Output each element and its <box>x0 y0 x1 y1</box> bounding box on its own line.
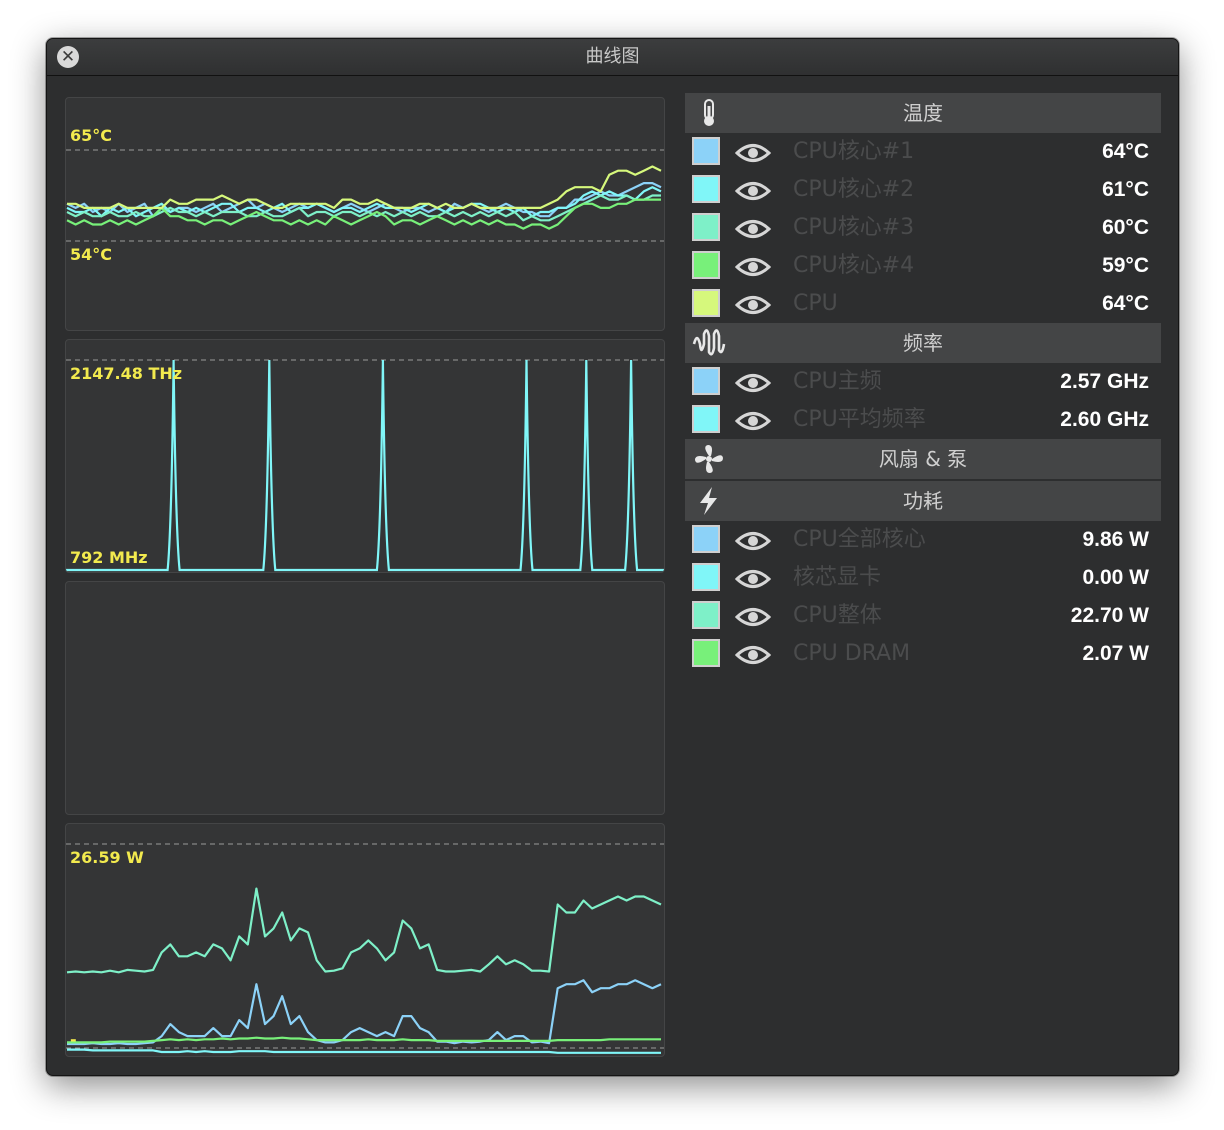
color-swatch[interactable] <box>692 525 720 553</box>
power-series-line-3 <box>67 1048 661 1054</box>
color-swatch[interactable] <box>692 137 720 165</box>
color-swatch[interactable] <box>692 405 720 433</box>
eye-icon[interactable] <box>735 142 771 164</box>
sensor-name: CPU核心#3 <box>793 215 915 240</box>
power-series-line-1 <box>67 979 662 1046</box>
eye-icon[interactable] <box>735 568 771 590</box>
sensor-name: CPU整体 <box>793 603 882 628</box>
sensor-name: CPU全部核心 <box>793 527 926 552</box>
sensor-value: 64°C <box>1102 140 1149 163</box>
sensor-value: 60°C <box>1102 216 1149 239</box>
sensor-row-cpu-core-2[interactable]: CPU核心#2 61°C <box>685 171 1161 209</box>
titlebar: ✕ 曲线图 <box>47 39 1178 76</box>
section-title: 温度 <box>903 101 943 125</box>
power-chart-plot <box>66 843 664 1054</box>
section-power: 功耗 <box>685 481 1161 521</box>
sensor-row-cpu-core-4[interactable]: CPU核心#4 59°C <box>685 247 1161 285</box>
sensor-name: CPU主频 <box>793 369 882 394</box>
power-series-line-2 <box>67 1036 661 1044</box>
sensor-row-cpu-main-frequency[interactable]: CPU主频 2.57 GHz <box>685 363 1161 401</box>
eye-icon[interactable] <box>735 644 771 666</box>
sensor-row-cpu-all-cores[interactable]: CPU全部核心 9.86 W <box>685 521 1161 559</box>
window-title: 曲线图 <box>585 46 640 67</box>
sensor-name: CPU DRAM <box>793 641 911 666</box>
power-series-line-0 <box>66 887 662 974</box>
eye-icon[interactable] <box>735 294 771 316</box>
section-title: 频率 <box>903 331 943 355</box>
eye-icon[interactable] <box>735 530 771 552</box>
temperature-chart-plot <box>66 149 664 242</box>
graph-window: ✕ 曲线图 65°C 54°C 2147.48 THz 792 MHz 26.5… <box>46 38 1179 1076</box>
sensor-value: 22.70 W <box>1070 604 1149 627</box>
eye-icon[interactable] <box>735 180 771 202</box>
eye-icon[interactable] <box>735 410 771 432</box>
eye-icon[interactable] <box>735 218 771 240</box>
power-min-label: - <box>70 1030 77 1049</box>
power-chart: 26.59 W - <box>65 823 665 1057</box>
sensor-value: 2.60 GHz <box>1060 408 1149 431</box>
sensor-value: 59°C <box>1102 254 1149 277</box>
sensor-name: CPU平均频率 <box>793 407 926 432</box>
section-temperature: 温度 <box>685 93 1161 133</box>
color-swatch[interactable] <box>692 563 720 591</box>
sensor-row-cpu-avg-frequency[interactable]: CPU平均频率 2.60 GHz <box>685 401 1161 439</box>
frequency-chart: 2147.48 THz 792 MHz <box>65 339 665 573</box>
color-swatch[interactable] <box>692 289 720 317</box>
eye-icon[interactable] <box>735 372 771 394</box>
color-swatch[interactable] <box>692 175 720 203</box>
eye-icon[interactable] <box>735 256 771 278</box>
sensor-row-integrated-gpu[interactable]: 核芯显卡 0.00 W <box>685 559 1161 597</box>
section-fans: 风扇 & 泵 <box>685 439 1161 479</box>
temperature-chart: 65°C 54°C <box>65 97 665 331</box>
sensor-name: CPU <box>793 291 838 316</box>
color-swatch[interactable] <box>692 639 720 667</box>
sensor-value: 0.00 W <box>1082 566 1149 589</box>
power-max-label: 26.59 W <box>70 848 144 867</box>
sensor-name: CPU核心#2 <box>793 177 915 202</box>
color-swatch[interactable] <box>692 213 720 241</box>
color-swatch[interactable] <box>692 367 720 395</box>
fan-chart <box>65 581 665 815</box>
sensor-row-cpu-core-3[interactable]: CPU核心#3 60°C <box>685 209 1161 247</box>
sensor-name: CPU核心#1 <box>793 139 915 164</box>
eye-icon[interactable] <box>735 606 771 628</box>
sensor-row-cpu-dram[interactable]: CPU DRAM 2.07 W <box>685 635 1161 673</box>
temperature-min-label: 54°C <box>70 245 113 264</box>
sensor-name: CPU核心#4 <box>793 253 915 278</box>
sensor-value: 64°C <box>1102 292 1149 315</box>
section-title: 风扇 & 泵 <box>878 447 968 471</box>
temperature-max-label: 65°C <box>70 126 113 145</box>
sensor-row-cpu-core-1[interactable]: CPU核心#1 64°C <box>685 133 1161 171</box>
section-frequency: 频率 <box>685 323 1161 363</box>
sensor-value: 61°C <box>1102 178 1149 201</box>
color-swatch[interactable] <box>692 601 720 629</box>
section-title: 功耗 <box>903 489 943 513</box>
frequency-series-line <box>66 359 664 572</box>
sensor-value: 9.86 W <box>1082 528 1149 551</box>
sensor-sidebar: 温度 CPU核心#1 64°C CPU核心#2 61°C CPU核心#3 60°… <box>685 93 1161 673</box>
color-swatch[interactable] <box>692 251 720 279</box>
sensor-value: 2.07 W <box>1082 642 1149 665</box>
sensor-row-cpu[interactable]: CPU 64°C <box>685 285 1161 323</box>
sensor-row-cpu-package[interactable]: CPU整体 22.70 W <box>685 597 1161 635</box>
sensor-value: 2.57 GHz <box>1060 370 1149 393</box>
sensor-name: 核芯显卡 <box>793 565 882 590</box>
frequency-min-label: 792 MHz <box>70 548 148 567</box>
frequency-max-label: 2147.48 THz <box>70 364 183 383</box>
